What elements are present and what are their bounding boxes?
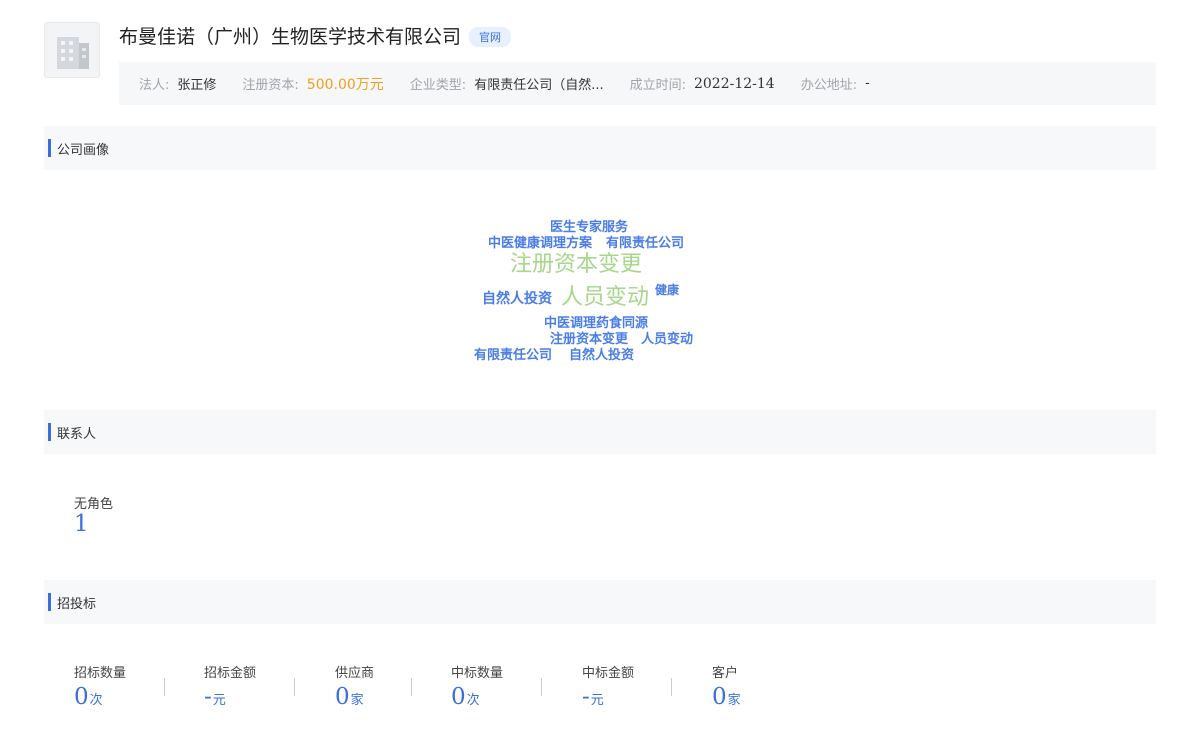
company-name-text: 布曼佳诺（广州）生物医学技术有限公司: [119, 26, 462, 48]
stat-label: 招标数量: [74, 666, 127, 681]
stat-unit: 元: [212, 693, 226, 708]
info-company-type: 企业类型: 有限责任公司（自然...: [410, 74, 604, 93]
section-title: 招投标: [57, 596, 97, 612]
info-label: 注册资本:: [242, 78, 299, 93]
divider: [294, 678, 295, 696]
founded-date-value: 2022-12-14: [693, 75, 775, 92]
registered-capital-value: 500.00万元: [306, 76, 384, 93]
info-label: 法人:: [139, 78, 170, 93]
word-cloud-term[interactable]: 人员变动: [641, 328, 693, 347]
stat-number: -: [582, 684, 590, 710]
word-cloud: 医生专家服务 中医健康调理方案 有限责任公司 注册资本变更 自然人投资 人员变动…: [0, 0, 1200, 752]
stat-bid-count: 招标数量 0次: [74, 662, 126, 710]
stat-customers: 客户 0家: [712, 662, 741, 710]
section-title: 公司画像: [57, 142, 110, 158]
stat-label: 中标金额: [582, 666, 635, 681]
info-registered-capital: 注册资本: 500.00万元: [242, 74, 383, 94]
section-contacts: 联系人: [44, 410, 1156, 454]
stat-number: 0: [712, 684, 727, 710]
stat-label: 中标数量: [451, 666, 504, 681]
info-label: 成立时间:: [629, 78, 686, 93]
info-office-address: 办公地址: -: [801, 74, 870, 93]
info-label: 企业类型:: [409, 78, 467, 93]
stat-win-amount: 中标金额 -元: [582, 662, 634, 710]
stat-value: -元: [582, 684, 634, 710]
stat-unit: 次: [466, 693, 480, 708]
section-bidding: 招投标: [44, 580, 1156, 624]
stat-unit: 次: [89, 693, 103, 708]
stat-unit: 家: [350, 693, 364, 708]
stat-number: 0: [451, 684, 466, 710]
stat-label: 招标金额: [204, 666, 257, 681]
stat-unit: 家: [727, 693, 741, 708]
info-label: 办公地址:: [800, 78, 858, 93]
word-cloud-term[interactable]: 健康: [655, 281, 679, 298]
stat-label: 客户: [712, 666, 739, 681]
office-address-value: -: [865, 76, 870, 91]
contact-count[interactable]: 1: [74, 511, 89, 537]
stat-number: 0: [335, 684, 350, 710]
stat-suppliers: 供应商 0家: [335, 662, 374, 710]
word-cloud-term[interactable]: 自然人投资: [482, 288, 552, 308]
stat-label: 供应商: [335, 666, 375, 681]
info-legal-person: 法人: 张正修: [139, 74, 216, 93]
company-type-value: 有限责任公司（自然...: [474, 78, 604, 93]
contact-role-label: 无角色: [74, 497, 114, 512]
divider: [671, 678, 672, 696]
word-cloud-term[interactable]: 有限责任公司: [474, 344, 552, 363]
company-logo: [44, 22, 100, 78]
stat-value[interactable]: 0家: [335, 684, 374, 710]
info-founded-date: 成立时间: 2022-12-14: [629, 74, 775, 94]
stat-win-count: 中标数量 0次: [451, 662, 503, 710]
stat-unit: 元: [590, 693, 604, 708]
stat-number: 0: [74, 684, 89, 710]
word-cloud-term[interactable]: 人员变动: [561, 279, 649, 311]
divider: [411, 678, 412, 696]
stat-value[interactable]: 0家: [712, 684, 741, 710]
building-icon: [57, 37, 89, 69]
official-site-tag[interactable]: 官网: [469, 27, 512, 47]
company-info-bar: 法人: 张正修 注册资本: 500.00万元 企业类型: 有限责任公司（自然..…: [119, 62, 1156, 105]
section-company-portrait: 公司画像: [44, 126, 1156, 170]
stat-value[interactable]: 0次: [451, 684, 503, 710]
company-header: 布曼佳诺（广州）生物医学技术有限公司 官网 法人: 张正修 注册资本: 500.0…: [44, 20, 1156, 106]
word-cloud-term[interactable]: 自然人投资: [569, 344, 634, 363]
stat-number: -: [204, 684, 212, 710]
word-cloud-term[interactable]: 注册资本变更: [510, 246, 642, 278]
legal-person-value[interactable]: 张正修: [177, 74, 216, 93]
stat-bid-amount: 招标金额 -元: [204, 662, 256, 710]
divider: [541, 678, 542, 696]
divider: [164, 678, 165, 696]
company-name: 布曼佳诺（广州）生物医学技术有限公司 官网: [119, 22, 512, 49]
section-title: 联系人: [57, 426, 97, 442]
stat-value[interactable]: 0次: [74, 684, 126, 710]
stat-value: -元: [204, 684, 256, 710]
